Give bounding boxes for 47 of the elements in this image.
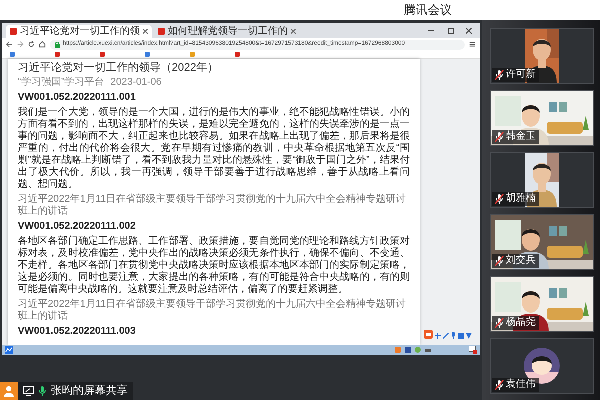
bookmark-icon[interactable] — [55, 52, 60, 57]
participant-name: 袁佳伟 — [506, 379, 536, 391]
menu-icon[interactable] — [469, 41, 476, 48]
lock-icon — [55, 42, 60, 48]
screen-icon — [23, 386, 34, 396]
article-title: 习近平论党对一切工作的领导（2022年） — [18, 62, 220, 75]
close-icon[interactable] — [291, 29, 296, 34]
user-avatar-button[interactable] — [0, 382, 18, 400]
minimize-icon[interactable] — [428, 28, 434, 34]
source-note: 习近平2022年1月11日在省部级主要领导干部学习贯彻党的十九届六中全会精神专题研讨班上的讲话 — [18, 194, 408, 218]
bookmark-icon[interactable] — [100, 52, 105, 57]
participant-name: 杨晶尧 — [506, 317, 536, 329]
window-title: 腾讯会议 — [404, 2, 452, 19]
article-paragraph: 各地区各部门确定工作思路、工作部署、政策措施，要自觉同党的理论和路线方针政策对标对表，及时校准偏差，党中央作出的战略决策必须无条件执行，确保不偏向、不变通、不走样。各地区各部门在贯彻党中央战略决策时应该根据本地区本部门的实际制定策略，这是必须的。同时也要注意，大家提出的各种策略，有的可能是符合中央战略的，有的则可能是偏离中央战略的。这就要注意及时总结评估，偏离了的要赶紧调整。 — [18, 236, 410, 296]
toolbar-icon[interactable] — [424, 330, 433, 339]
favicon-icon — [10, 28, 17, 35]
toolbar-icon[interactable] — [435, 333, 441, 339]
article-paragraph: 我们是一个大党，领导的是一个大国，进行的是伟大的事业，绝不能犯战略性错误。小的方面有看不到的，出现这样那样的失误，是难以完全避免的，这样的失误牵涉的是一点一事的问题，影响面不大，纠正起来也比较容易。如果在战略上出现了偏差，那后果将是很严重的，付出的代价将会很大。党在早期有过惨痛的教训，中央革命根据地第五次反“围剿”就是在战略上判断错了，看不到敌我力量对比的悬殊性，要“御敌于国门之外”，结果付出了极大代价。所以，我一再强调，领导干部要善于进行战略思维，善于从战略上看问题、想问题。 — [18, 107, 410, 191]
back-icon[interactable] — [6, 41, 13, 48]
close-icon[interactable] — [143, 29, 148, 34]
favicon-icon — [158, 28, 165, 35]
browser-tab[interactable]: 习近平论党对一切工作的领 — [6, 25, 152, 38]
section-heading: VW001.052.20220111.001 — [18, 92, 137, 104]
mic-icon[interactable] — [451, 332, 456, 339]
screen-share-label: 张昀的屏幕共享 — [51, 384, 128, 399]
participant-name: 刘交兵 — [506, 255, 536, 267]
source-note: 习近平2022年1月11日在省部级主要领导干部学习贯彻党的十九届六中全会精神专题研讨班上的讲话 — [18, 299, 408, 323]
participant-name: 许可新 — [506, 69, 536, 81]
bookmark-icon[interactable] — [145, 52, 150, 57]
participant-name: 韩金玉 — [506, 131, 536, 143]
close-icon[interactable] — [466, 28, 472, 34]
person-icon — [3, 385, 15, 397]
maximize-icon[interactable] — [448, 28, 454, 34]
bookmark-icon[interactable] — [235, 52, 240, 57]
reload-icon[interactable] — [28, 41, 35, 48]
article-publisher: “学习强国”学习平台 — [18, 77, 105, 89]
bookmark-icon[interactable] — [10, 52, 15, 57]
section-heading: VW001.052.20220111.003 — [18, 326, 137, 338]
app-icon[interactable] — [5, 346, 13, 354]
forward-icon[interactable] — [17, 41, 24, 48]
participant-name: 胡雅楠 — [506, 193, 536, 205]
notification-icon[interactable] — [469, 346, 477, 354]
home-icon[interactable] — [39, 41, 46, 48]
article-date: 2023-01-06 — [110, 77, 162, 89]
mic-icon[interactable] — [38, 386, 47, 396]
section-heading: VW001.052.20220111.002 — [18, 221, 137, 233]
toolbar-icon[interactable] — [443, 333, 449, 339]
